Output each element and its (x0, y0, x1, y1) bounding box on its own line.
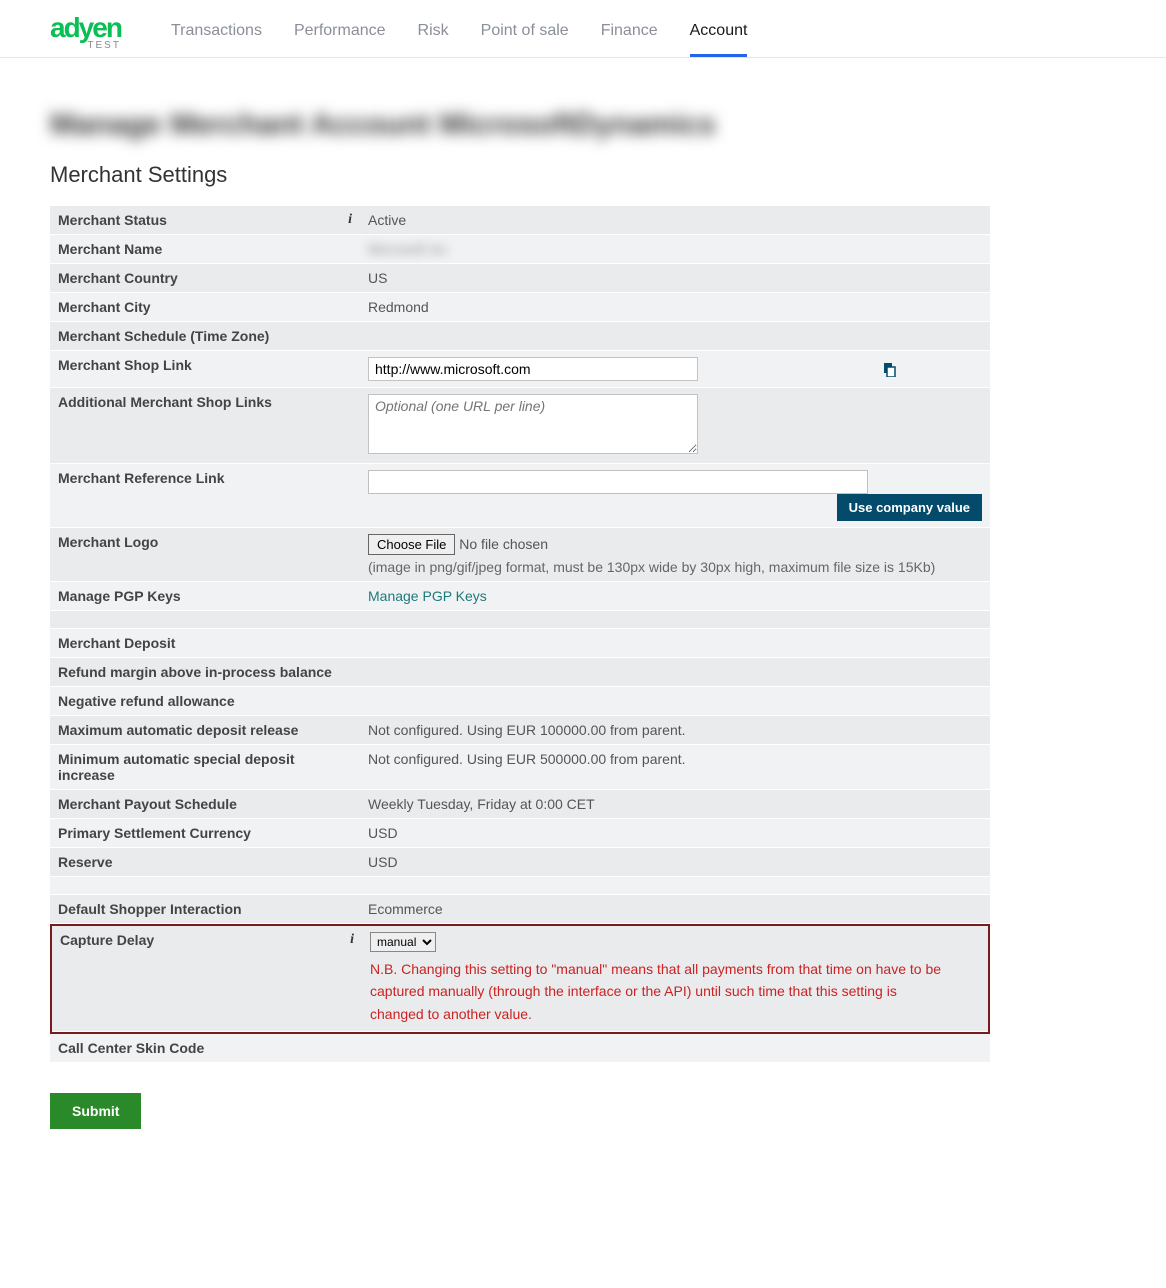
label-refund-margin: Refund margin above in-process balance (50, 658, 360, 687)
settings-table-tail: Call Center Skin Code (50, 1034, 990, 1063)
nav-point-of-sale[interactable]: Point of sale (481, 8, 569, 57)
label-merchant-logo: Merchant Logo (50, 528, 360, 582)
spacer-row (50, 611, 990, 629)
label-capture-delay: Capture Delay (60, 932, 154, 948)
reference-link-input[interactable] (368, 470, 868, 494)
row-pgp-keys: Manage PGP Keys Manage PGP Keys (50, 582, 990, 611)
row-reserve: Reserve USD (50, 848, 990, 877)
nav-performance[interactable]: Performance (294, 8, 386, 57)
row-reference-link: Merchant Reference Link Use company valu… (50, 464, 990, 528)
value-shopper-interaction: Ecommerce (360, 895, 990, 924)
label-max-auto-deposit: Maximum automatic deposit release (50, 716, 360, 745)
submit-button[interactable]: Submit (50, 1093, 141, 1129)
label-merchant-city: Merchant City (50, 293, 360, 322)
section-title: Merchant Settings (50, 162, 990, 188)
row-additional-links: Additional Merchant Shop Links (50, 388, 990, 464)
value-merchant-deposit (360, 629, 990, 658)
value-merchant-schedule (360, 322, 990, 351)
capture-delay-highlight: Capture Delay i manual N.B. Changing thi… (50, 924, 990, 1034)
nav-risk[interactable]: Risk (418, 8, 449, 57)
label-merchant-country: Merchant Country (50, 264, 360, 293)
value-merchant-country: US (360, 264, 990, 293)
row-shop-link: Merchant Shop Link (50, 351, 990, 388)
label-reserve: Reserve (50, 848, 360, 877)
label-merchant-name: Merchant Name (50, 235, 360, 264)
value-settlement-currency: USD (360, 819, 990, 848)
merchant-settings-table: Merchant Status i Active Merchant Name M… (50, 206, 990, 924)
row-min-auto-special: Minimum automatic special deposit increa… (50, 745, 990, 790)
nav-finance[interactable]: Finance (601, 8, 658, 57)
copy-icon[interactable] (882, 363, 896, 377)
nav-account[interactable]: Account (690, 8, 748, 57)
value-reserve: USD (360, 848, 990, 877)
page-title: Manage Merchant Account MicrosoftDynamic… (50, 78, 990, 162)
label-additional-links: Additional Merchant Shop Links (50, 388, 360, 464)
row-merchant-deposit: Merchant Deposit (50, 629, 990, 658)
label-shop-link: Merchant Shop Link (50, 351, 360, 388)
use-company-value-button[interactable]: Use company value (837, 494, 982, 521)
label-pgp-keys: Manage PGP Keys (50, 582, 360, 611)
info-icon[interactable]: i (348, 212, 352, 228)
label-merchant-schedule: Merchant Schedule (Time Zone) (50, 322, 360, 351)
shop-link-input[interactable] (368, 357, 698, 381)
row-merchant-schedule: Merchant Schedule (Time Zone) (50, 322, 990, 351)
value-merchant-city: Redmond (360, 293, 990, 322)
additional-links-textarea[interactable] (368, 394, 698, 454)
row-max-auto-deposit: Maximum automatic deposit release Not co… (50, 716, 990, 745)
label-call-center: Call Center Skin Code (50, 1034, 360, 1063)
label-min-auto-special: Minimum automatic special deposit increa… (50, 745, 360, 790)
brand-name: adyen (50, 14, 121, 42)
capture-delay-warning: N.B. Changing this setting to "manual" m… (370, 958, 950, 1025)
info-icon[interactable]: i (350, 932, 354, 948)
capture-delay-select[interactable]: manual (370, 932, 436, 952)
nav-transactions[interactable]: Transactions (171, 8, 262, 57)
row-negative-refund: Negative refund allowance (50, 687, 990, 716)
logo-hint-text: (image in png/gif/jpeg format, must be 1… (368, 559, 982, 575)
row-merchant-name: Merchant Name Microsoft Inc (50, 235, 990, 264)
brand-logo: adyen TEST (50, 14, 121, 51)
label-settlement-currency: Primary Settlement Currency (50, 819, 360, 848)
choose-file-button[interactable]: Choose File (368, 534, 455, 555)
value-merchant-status: Active (360, 206, 990, 235)
value-negative-refund (360, 687, 990, 716)
value-merchant-name: Microsoft Inc (368, 241, 447, 257)
row-merchant-city: Merchant City Redmond (50, 293, 990, 322)
row-refund-margin: Refund margin above in-process balance (50, 658, 990, 687)
label-shopper-interaction: Default Shopper Interaction (50, 895, 360, 924)
value-call-center (360, 1034, 990, 1063)
row-payout-schedule: Merchant Payout Schedule Weekly Tuesday,… (50, 790, 990, 819)
value-payout-schedule: Weekly Tuesday, Friday at 0:00 CET (360, 790, 990, 819)
row-call-center: Call Center Skin Code (50, 1034, 990, 1063)
row-capture-delay: Capture Delay i manual N.B. Changing thi… (52, 926, 988, 1032)
label-reference-link: Merchant Reference Link (50, 464, 360, 528)
spacer-row-2 (50, 877, 990, 895)
label-negative-refund: Negative refund allowance (50, 687, 360, 716)
row-shopper-interaction: Default Shopper Interaction Ecommerce (50, 895, 990, 924)
row-merchant-status: Merchant Status i Active (50, 206, 990, 235)
label-merchant-deposit: Merchant Deposit (50, 629, 360, 658)
no-file-chosen-text: No file chosen (459, 536, 548, 552)
label-payout-schedule: Merchant Payout Schedule (50, 790, 360, 819)
value-max-auto-deposit: Not configured. Using EUR 100000.00 from… (360, 716, 990, 745)
label-merchant-status: Merchant Status (58, 212, 167, 228)
value-refund-margin (360, 658, 990, 687)
value-min-auto-special: Not configured. Using EUR 500000.00 from… (360, 745, 990, 790)
row-merchant-logo: Merchant Logo Choose File No file chosen… (50, 528, 990, 582)
primary-nav: Transactions Performance Risk Point of s… (171, 8, 748, 57)
row-merchant-country: Merchant Country US (50, 264, 990, 293)
manage-pgp-keys-link[interactable]: Manage PGP Keys (368, 588, 487, 604)
row-settlement-currency: Primary Settlement Currency USD (50, 819, 990, 848)
page-content: Manage Merchant Account MicrosoftDynamic… (0, 58, 1040, 1149)
top-nav-bar: adyen TEST Transactions Performance Risk… (0, 0, 1166, 58)
